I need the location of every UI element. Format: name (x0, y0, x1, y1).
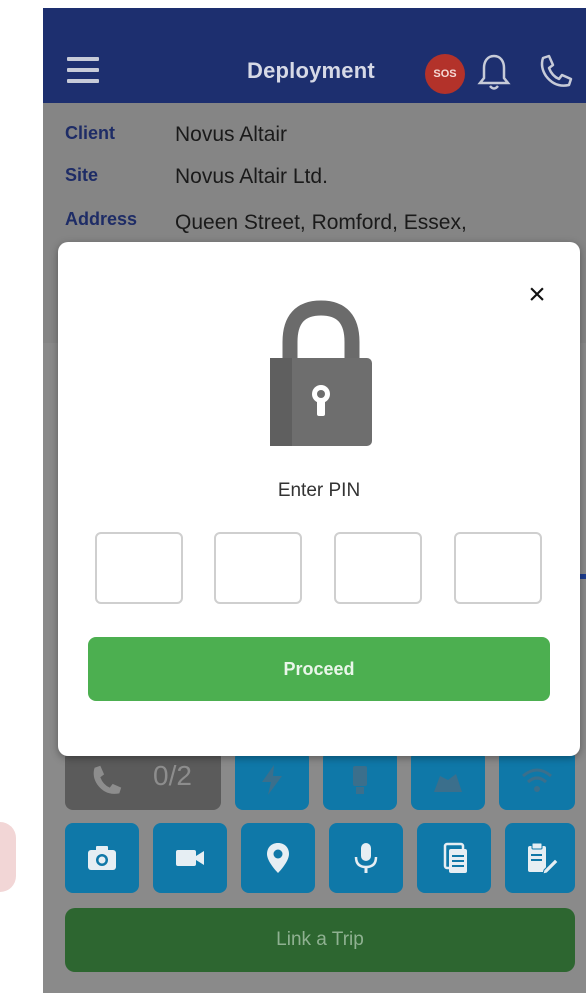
site-label: Site (65, 165, 99, 185)
microphone-button[interactable] (329, 823, 403, 893)
video-icon (176, 850, 204, 866)
site-value: Novus Altair Ltd. (175, 165, 328, 188)
decorative-edge (0, 822, 16, 892)
phone-icon (93, 765, 122, 794)
padlock-icon (270, 300, 372, 446)
map-button[interactable] (411, 750, 485, 810)
pin-digit-1-input[interactable] (95, 532, 183, 604)
pin-label: Enter PIN (277, 480, 361, 501)
hamburger-menu-icon[interactable] (67, 57, 99, 83)
documents-button[interactable] (417, 823, 491, 893)
pin-digit-2-input[interactable] (214, 532, 302, 604)
documents-icon (443, 842, 467, 873)
flash-button[interactable] (235, 750, 309, 810)
client-value: Novus Altair (175, 123, 288, 146)
pin-modal: × Enter PIN Proceed (58, 242, 580, 756)
close-icon[interactable]: × (522, 278, 552, 311)
link-trip-button[interactable]: Link a Trip (65, 908, 575, 972)
wifi-icon (522, 768, 552, 792)
app-header: Deployment SOS (43, 8, 586, 103)
clipboard-edit-icon (528, 842, 558, 875)
page-title: Deployment (247, 58, 375, 83)
bell-icon[interactable] (477, 52, 511, 92)
pin-digit-4-input[interactable] (454, 532, 542, 604)
sos-button[interactable]: SOS (425, 54, 465, 94)
flash-icon (262, 765, 282, 795)
video-button[interactable] (153, 823, 227, 893)
camera-icon (88, 846, 116, 870)
address-value: Queen Street, Romford, Essex, (175, 211, 467, 234)
address-label: Address (65, 209, 138, 229)
wifi-button[interactable] (499, 750, 575, 810)
phone-icon[interactable] (535, 52, 575, 92)
call-counter-button[interactable]: 0/2 (65, 750, 221, 810)
location-pin-icon (267, 843, 289, 873)
clipboard-edit-button[interactable] (505, 823, 575, 893)
flashlight-button[interactable] (323, 750, 397, 810)
microphone-icon (354, 843, 378, 873)
client-label: Client (65, 123, 116, 143)
call-counter: 0/2 (153, 760, 192, 791)
camera-button[interactable] (65, 823, 139, 893)
flashlight-icon (353, 766, 367, 794)
proceed-button[interactable]: Proceed (88, 637, 550, 701)
pin-digit-3-input[interactable] (334, 532, 422, 604)
map-icon (434, 774, 462, 792)
location-button[interactable] (241, 823, 315, 893)
